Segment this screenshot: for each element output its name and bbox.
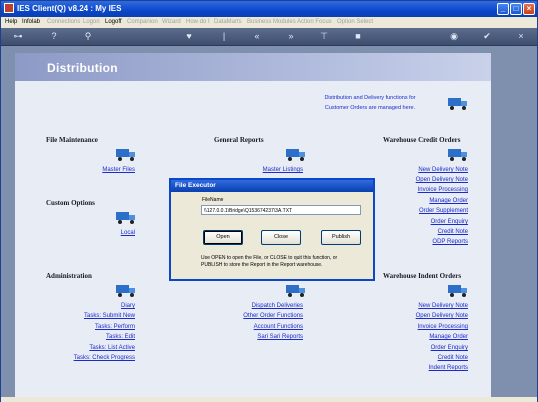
section-title-custom-options: Custom Options (46, 199, 95, 207)
link-credit-order-supplement[interactable]: Order Supplement (419, 208, 468, 214)
menu-logon[interactable]: Logon (83, 19, 100, 25)
link-tasks-submit-new[interactable]: Tasks: Submit New (84, 313, 135, 319)
publish-button[interactable]: Publish (321, 230, 361, 245)
back-icon[interactable]: « (252, 31, 262, 41)
truck-icon (448, 149, 467, 161)
truck-icon (116, 212, 135, 224)
stop-icon[interactable]: ■ (353, 31, 363, 41)
link-tasks-list-active[interactable]: Tasks: List Active (89, 345, 135, 351)
link-master-files[interactable]: Master Files (102, 167, 135, 173)
link-master-listings[interactable]: Master Listings (263, 167, 303, 173)
forward-icon[interactable]: » (286, 31, 296, 41)
open-button[interactable]: Open (203, 230, 243, 245)
close-icon[interactable]: × (516, 31, 526, 41)
truck-icon (448, 285, 467, 297)
dialog-help-line-1: Use OPEN to open the File, or CLOSE to q… (201, 255, 338, 261)
section-title-warehouse-indent-orders: Warehouse Indent Orders (383, 272, 462, 280)
link-other-order-functions[interactable]: Other Order Functions (243, 313, 303, 319)
menu-logoff[interactable]: Logoff (105, 19, 122, 25)
file-executor-dialog: File Executor FileName \\127.0.0.1\Bridg… (169, 178, 375, 281)
dialog-title-bar[interactable]: File Executor (171, 180, 373, 192)
menu-option-select[interactable]: Option Select (337, 19, 373, 25)
help-icon[interactable]: ? (49, 31, 59, 41)
menu-help[interactable]: Help (5, 19, 17, 25)
menu-action-focus[interactable]: Action Focus (297, 19, 332, 25)
link-local[interactable]: Local (121, 230, 135, 236)
link-indent-order-enquiry[interactable]: Order Enquiry (431, 345, 468, 351)
filename-input[interactable]: \\127.0.0.1\Bridge\Q153674237\3A.TXT (201, 205, 361, 215)
link-indent-open-delivery-note[interactable]: Open Delivery Note (416, 313, 468, 319)
menu-bar: Help Infolab Connections Logon Logoff Co… (1, 17, 537, 28)
menu-connections[interactable]: Connections (47, 19, 80, 25)
link-credit-open-delivery-note[interactable]: Open Delivery Note (416, 177, 468, 183)
link-sari-sari-reports[interactable]: Sari Sari Reports (257, 334, 303, 340)
title-bar[interactable]: IES Client(Q) v8.24 : My IES _ □ × (1, 1, 537, 17)
menu-companion[interactable]: Companion (127, 19, 158, 25)
window-title: IES Client(Q) v8.24 : My IES (17, 4, 122, 13)
link-tasks-perform[interactable]: Tasks: Perform (95, 324, 135, 330)
link-indent-new-delivery-note[interactable]: New Delivery Note (418, 303, 468, 309)
link-diary[interactable]: Diary (121, 303, 135, 309)
link-credit-manage-order[interactable]: Manage Order (429, 198, 468, 204)
section-title-administration: Administration (46, 272, 92, 280)
close-button[interactable]: Close (261, 230, 301, 245)
globe-icon[interactable]: ◉ (449, 31, 459, 41)
dialog-title: File Executor (175, 182, 216, 189)
filename-label: FileName (202, 197, 224, 203)
status-bar (1, 397, 537, 402)
page-title: Distribution (47, 61, 118, 75)
link-indent-reports[interactable]: Indent Reports (429, 365, 468, 371)
menu-how-do-i[interactable]: How do I (186, 19, 210, 25)
link-credit-invoice-processing[interactable]: Invoice Processing (418, 187, 468, 193)
first-icon[interactable]: | (219, 31, 229, 41)
truck-icon (448, 98, 467, 110)
minimize-button[interactable]: _ (497, 3, 509, 15)
dialog-help-text: Use OPEN to open the File, or CLOSE to q… (201, 255, 361, 269)
link-tasks-edit[interactable]: Tasks: Edit (106, 334, 135, 340)
menu-datamarts[interactable]: DataMarts (214, 19, 242, 25)
link-credit-credit-note[interactable]: Credit Note (438, 229, 468, 235)
check-icon[interactable]: ✔ (482, 31, 492, 41)
link-credit-new-delivery-note[interactable]: New Delivery Note (418, 167, 468, 173)
section-title-warehouse-credit-orders: Warehouse Credit Orders (383, 136, 461, 144)
maximize-button[interactable]: □ (510, 3, 522, 15)
link-credit-order-enquiry[interactable]: Order Enquiry (431, 219, 468, 225)
menu-business-modules[interactable]: Business Modules (247, 19, 296, 25)
dialog-help-line-2: PUBLISH to store the Report in the Repor… (201, 262, 323, 268)
truck-icon (286, 285, 305, 297)
link-tasks-check-progress[interactable]: Tasks: Check Progress (74, 355, 135, 361)
link-indent-credit-note[interactable]: Credit Note (438, 355, 468, 361)
intro-line-1: Distribution and Delivery functions for (324, 95, 416, 101)
search-icon[interactable]: ⚲ (83, 31, 93, 41)
page-banner: Distribution (15, 53, 491, 81)
heart-icon[interactable]: ♥ (184, 31, 194, 41)
close-window-button[interactable]: × (523, 3, 535, 15)
menu-wizard[interactable]: Wizard (162, 19, 181, 25)
app-window: IES Client(Q) v8.24 : My IES _ □ × Help … (0, 0, 538, 402)
key-icon[interactable]: ⊶ (9, 31, 27, 41)
truck-icon (116, 285, 135, 297)
link-account-functions[interactable]: Account Functions (254, 324, 303, 330)
intro-line-2: Customer Orders are managed here. (324, 105, 416, 111)
app-icon (4, 3, 14, 13)
toolbar: ⊶ ? ⚲ ♥ | « » ⊤ ■ ◉ ✔ × (1, 28, 537, 46)
truck-icon (116, 149, 135, 161)
section-title-file-maintenance: File Maintenance (46, 136, 98, 144)
truck-icon (286, 149, 305, 161)
link-indent-manage-order[interactable]: Manage Order (429, 334, 468, 340)
link-indent-invoice-processing[interactable]: Invoice Processing (418, 324, 468, 330)
last-icon[interactable]: ⊤ (319, 31, 329, 41)
menu-infolab[interactable]: Infolab (22, 19, 40, 25)
link-credit-odp-reports[interactable]: ODP Reports (432, 239, 468, 245)
link-dispatch-deliveries[interactable]: Dispatch Deliveries (252, 303, 303, 309)
section-title-general-reports: General Reports (214, 136, 264, 144)
